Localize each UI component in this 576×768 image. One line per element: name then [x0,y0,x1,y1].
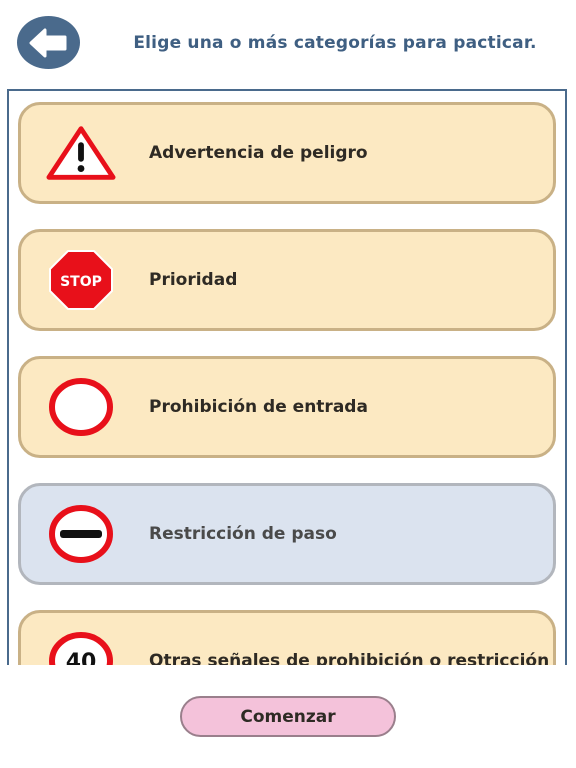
stop-sign-text: STOP [60,274,102,290]
category-card-other-restrictions[interactable]: 40 Otras señales de prohibición o restri… [18,610,556,665]
warning-triangle-icon [46,121,116,185]
back-button[interactable] [17,16,80,69]
category-list[interactable]: Advertencia de peligro STOP Prioridad Pr… [7,89,567,665]
category-label: Prohibición de entrada [149,397,368,417]
category-label: Advertencia de peligro [149,143,368,163]
speed-limit-text: 40 [66,650,97,665]
page-title: Elige una o más categorías para pacticar… [133,33,537,53]
category-card-no-entry[interactable]: Prohibición de entrada [18,356,556,458]
category-card-warning[interactable]: Advertencia de peligro [18,102,556,204]
category-label: Prioridad [149,270,238,290]
category-label: Restricción de paso [149,524,337,544]
category-card-priority[interactable]: STOP Prioridad [18,229,556,331]
arrow-left-icon [29,28,66,57]
no-entry-circle-icon [46,375,116,439]
no-entry-bar-icon [46,502,116,566]
start-button[interactable]: Comenzar [180,696,396,737]
category-label: Otras señales de prohibición o restricci… [149,651,550,665]
stop-sign-icon: STOP [46,248,116,312]
speed-limit-icon: 40 [46,629,116,665]
category-card-restriction[interactable]: Restricción de paso [18,483,556,585]
